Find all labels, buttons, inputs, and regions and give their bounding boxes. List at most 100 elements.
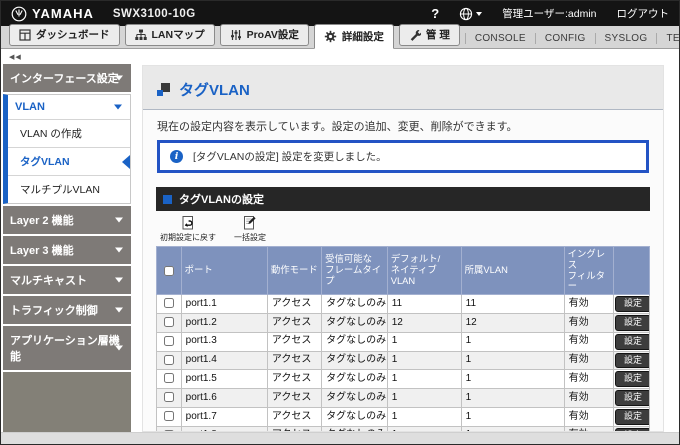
sidebar-item-vlan[interactable]: VLAN xyxy=(8,95,130,119)
sidebar-item-layer2[interactable]: Layer 2 機能 xyxy=(3,206,131,234)
page-title-band: タグVLAN xyxy=(143,66,663,110)
settings-cell: 設定 xyxy=(613,332,649,351)
default-native-vlan: 1 xyxy=(387,332,461,351)
brand: YAMAHA SWX3100-10G xyxy=(11,6,196,22)
default-native-vlan: 1 xyxy=(387,408,461,427)
operation-mode: アクセス xyxy=(267,295,321,314)
frame-type: タグなしのみ xyxy=(322,295,388,314)
sidebar-item-tag-vlan[interactable]: タグVLAN xyxy=(8,147,130,175)
wrench-icon xyxy=(409,29,421,41)
chevron-down-icon xyxy=(115,218,123,223)
table-row: port1.5アクセスタグなしのみ11有効設定 xyxy=(157,370,650,389)
ingress-filter: 有効 xyxy=(564,314,613,333)
bulk-settings-button[interactable]: 一括設定 xyxy=(234,215,266,243)
logged-in-user: 管理ユーザー:admin xyxy=(502,6,596,21)
brand-name: YAMAHA xyxy=(32,6,94,21)
row-checkbox[interactable] xyxy=(164,373,174,383)
bulk-edit-icon xyxy=(242,215,258,231)
tab-management[interactable]: 管 理 xyxy=(399,24,460,46)
row-settings-button[interactable]: 設定 xyxy=(615,409,650,425)
chevron-down-icon xyxy=(115,248,123,253)
sidebar-item-label: Layer 3 機能 xyxy=(10,245,74,257)
frame-type: タグなしのみ xyxy=(322,408,388,427)
table-row: port1.4アクセスタグなしのみ11有効設定 xyxy=(157,351,650,370)
sidebar-item-multicast[interactable]: マルチキャスト xyxy=(3,266,131,294)
tab-detailed-settings[interactable]: 詳細設定 xyxy=(314,24,394,49)
default-native-vlan: 1 xyxy=(387,370,461,389)
member-vlan: 1 xyxy=(461,408,564,427)
port-name: port1.5 xyxy=(181,370,267,389)
operation-mode: アクセス xyxy=(267,332,321,351)
sidebar-item-label: インターフェース設定 xyxy=(10,73,119,85)
techinfo-link[interactable]: TECHINFO xyxy=(656,33,680,44)
row-checkbox-cell xyxy=(157,389,182,408)
tag-vlan-table: ポート 動作モード 受信可能な フレームタイプ デフォルト/ ネイティブVLAN… xyxy=(156,246,650,432)
language-globe-button[interactable] xyxy=(459,7,482,21)
row-settings-button[interactable]: 設定 xyxy=(615,353,650,369)
sidebar-item-layer3[interactable]: Layer 3 機能 xyxy=(3,236,131,264)
restore-defaults-button[interactable]: 初期設定に戻す xyxy=(160,215,216,243)
yamaha-switch-web-ui: YAMAHA SWX3100-10G ? 管理ユーザー:admin ログアウト xyxy=(0,0,680,445)
default-native-vlan: 1 xyxy=(387,389,461,408)
row-settings-button[interactable]: 設定 xyxy=(615,296,650,312)
chevron-down-icon xyxy=(115,278,123,283)
console-link[interactable]: CONSOLE xyxy=(465,33,535,44)
dashboard-icon xyxy=(19,29,31,41)
chevron-down-icon xyxy=(115,308,123,313)
content-region: ◀◀ インターフェース設定 VLAN VLAN の作成 タグVLAN マルチプル… xyxy=(1,49,679,432)
config-link[interactable]: CONFIG xyxy=(535,33,595,44)
row-checkbox[interactable] xyxy=(164,355,174,365)
syslog-link[interactable]: SYSLOG xyxy=(595,33,657,44)
col-header-settings xyxy=(613,247,649,295)
logout-link[interactable]: ログアウト xyxy=(617,6,670,21)
tag-vlan-config-section: タグVLANの設定 初期設定に戻す xyxy=(156,187,650,432)
row-checkbox[interactable] xyxy=(164,317,174,327)
row-checkbox[interactable] xyxy=(164,411,174,421)
utility-links: CONSOLE CONFIG SYSLOG TECHINFO xyxy=(465,33,680,44)
table-header-row: ポート 動作モード 受信可能な フレームタイプ デフォルト/ ネイティブVLAN… xyxy=(157,247,650,295)
sidebar-item-interface-settings[interactable]: インターフェース設定 xyxy=(3,64,131,92)
table-row: port1.7アクセスタグなしのみ11有効設定 xyxy=(157,408,650,427)
row-checkbox-cell xyxy=(157,332,182,351)
row-checkbox-cell xyxy=(157,408,182,427)
col-header-frame-type: 受信可能な フレームタイプ xyxy=(322,247,388,295)
port-name: port1.6 xyxy=(181,389,267,408)
lan-map-icon xyxy=(135,29,147,41)
sidebar-item-vlan-create[interactable]: VLAN の作成 xyxy=(8,119,130,147)
row-checkbox-cell xyxy=(157,295,182,314)
collapse-sidebar-icon[interactable]: ◀◀ xyxy=(3,50,131,64)
operation-mode: アクセス xyxy=(267,314,321,333)
sidebar-item-traffic-control[interactable]: トラフィック制御 xyxy=(3,296,131,324)
settings-cell: 設定 xyxy=(613,295,649,314)
ingress-filter: 有効 xyxy=(564,332,613,351)
row-settings-button[interactable]: 設定 xyxy=(615,371,650,387)
row-checkbox[interactable] xyxy=(164,392,174,402)
member-vlan: 1 xyxy=(461,370,564,389)
operation-mode: アクセス xyxy=(267,408,321,427)
yamaha-logo-icon xyxy=(11,6,27,22)
tab-proav-settings[interactable]: ProAV設定 xyxy=(220,24,309,46)
tab-lan-map[interactable]: LANマップ xyxy=(125,24,215,46)
select-all-checkbox[interactable] xyxy=(164,266,174,276)
col-header-default-vlan: デフォルト/ ネイティブVLAN xyxy=(387,247,461,295)
tool-label: 一括設定 xyxy=(234,232,266,243)
sidebar-item-multiple-vlan[interactable]: マルチプルVLAN xyxy=(8,175,130,203)
member-vlan: 1 xyxy=(461,332,564,351)
info-icon xyxy=(170,150,183,163)
row-settings-button[interactable]: 設定 xyxy=(615,315,650,331)
ingress-filter: 有効 xyxy=(564,370,613,389)
operation-mode: アクセス xyxy=(267,389,321,408)
notice-box: [タグVLANの設定] 設定を変更しました。 xyxy=(157,140,649,173)
chevron-down-icon xyxy=(114,105,122,110)
row-settings-button[interactable]: 設定 xyxy=(615,334,650,350)
row-checkbox[interactable] xyxy=(164,336,174,346)
sidebar-item-label: Layer 2 機能 xyxy=(10,215,74,227)
row-settings-button[interactable]: 設定 xyxy=(615,390,650,406)
chevron-down-icon xyxy=(476,12,482,16)
settings-cell: 設定 xyxy=(613,370,649,389)
tab-dashboard[interactable]: ダッシュボード xyxy=(9,24,120,46)
sidebar: ◀◀ インターフェース設定 VLAN VLAN の作成 タグVLAN マルチプル… xyxy=(1,49,134,432)
help-button[interactable]: ? xyxy=(431,6,439,21)
sidebar-item-application-layer[interactable]: アプリケーション層機能 xyxy=(3,326,131,370)
row-checkbox[interactable] xyxy=(164,298,174,308)
